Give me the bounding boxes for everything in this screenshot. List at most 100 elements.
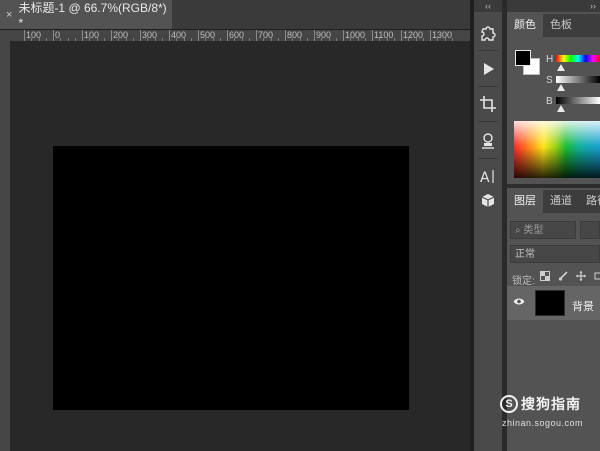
layer-name[interactable]: 背景 bbox=[572, 298, 594, 314]
tab-layers[interactable]: 图层 bbox=[507, 190, 543, 213]
hue-label: H bbox=[546, 54, 554, 65]
ruler-minor-tick bbox=[31, 38, 33, 41]
ruler-minor-tick bbox=[451, 38, 453, 41]
tab-swatches[interactable]: 色板 bbox=[543, 14, 579, 37]
ruler-minor-tick bbox=[212, 38, 214, 41]
ruler-minor-tick bbox=[393, 38, 395, 41]
ruler-minor-tick bbox=[408, 38, 410, 41]
cube-icon[interactable] bbox=[474, 188, 502, 214]
ruler-minor-tick bbox=[357, 38, 359, 41]
ruler-minor-tick bbox=[364, 38, 366, 41]
type-icon[interactable]: A bbox=[474, 163, 502, 189]
svg-text:A: A bbox=[480, 170, 490, 185]
ruler-minor-tick bbox=[328, 38, 330, 41]
ruler-top[interactable]: 100 0 100 200 300 400 500 600 700 800 900 1000 1100 1… bbox=[10, 30, 470, 42]
ruler-minor-tick bbox=[292, 38, 294, 41]
collapse-icon[interactable]: ‹‹ bbox=[474, 0, 502, 12]
ruler-minor-tick bbox=[74, 38, 76, 41]
ruler-minor-tick bbox=[263, 38, 265, 41]
layer-filter-placeholder: 类型 bbox=[523, 225, 544, 236]
lock-move-icon[interactable] bbox=[576, 271, 586, 281]
foreground-color-swatch[interactable] bbox=[515, 50, 531, 66]
ruler-label: 1300 bbox=[432, 30, 453, 40]
color-panel-tabs: 颜色 色板 bbox=[507, 14, 600, 37]
ruler-minor-tick bbox=[234, 38, 236, 41]
ruler-label: 1000 bbox=[345, 30, 366, 40]
ruler-minor-tick bbox=[306, 38, 308, 41]
layers-panel-tabs: 图层 通道 路径 bbox=[507, 190, 600, 213]
layer-thumbnail[interactable] bbox=[535, 290, 565, 316]
ruler-minor-tick bbox=[205, 38, 207, 41]
stamp-icon[interactable] bbox=[474, 128, 502, 154]
ruler-minor-tick bbox=[67, 38, 69, 41]
lock-brush-icon[interactable] bbox=[558, 271, 568, 281]
ruler-minor-tick bbox=[444, 38, 446, 41]
brightness-slider[interactable] bbox=[556, 97, 600, 104]
ruler-minor-tick bbox=[176, 38, 178, 41]
ruler-label: 0 bbox=[55, 30, 61, 40]
brightness-slider-thumb[interactable] bbox=[557, 105, 565, 112]
watermark-text: 搜狗指南 bbox=[521, 396, 581, 412]
saturation-label: S bbox=[546, 75, 553, 86]
close-icon[interactable]: × bbox=[6, 9, 12, 21]
lock-artboard-icon[interactable] bbox=[593, 271, 600, 281]
ruler-minor-tick bbox=[415, 38, 417, 41]
play-icon[interactable] bbox=[474, 56, 502, 82]
ruler-minor-tick bbox=[132, 38, 134, 41]
ruler-minor-tick bbox=[147, 38, 149, 41]
document-tab-bar: × 未标题-1 @ 66.7%(RGB/8*) * bbox=[0, 0, 470, 30]
ruler-minor-tick bbox=[241, 38, 243, 41]
ruler-minor-tick bbox=[248, 38, 250, 41]
image-filter-icon[interactable] bbox=[580, 221, 600, 239]
ruler-minor-tick bbox=[299, 38, 301, 41]
ruler-minor-tick bbox=[154, 38, 156, 41]
ruler-minor-tick bbox=[379, 38, 381, 41]
sogou-logo-icon: S bbox=[500, 395, 518, 413]
ruler-minor-tick bbox=[103, 38, 105, 41]
ruler-minor-tick bbox=[437, 38, 439, 41]
ruler-minor-tick bbox=[422, 38, 424, 41]
ruler-minor-tick bbox=[60, 38, 62, 41]
hue-slider[interactable] bbox=[556, 55, 600, 62]
hue-slider-thumb[interactable] bbox=[557, 64, 565, 71]
ruler-minor-tick bbox=[350, 38, 352, 41]
watermark-url: zhinan.sogou.com bbox=[502, 418, 584, 428]
eye-icon[interactable] bbox=[513, 297, 525, 306]
ruler-minor-tick bbox=[190, 38, 192, 41]
lock-transparent-icon[interactable] bbox=[540, 271, 550, 281]
ruler-minor-tick bbox=[335, 38, 337, 41]
ruler-minor-tick bbox=[161, 38, 163, 41]
ruler-minor-tick bbox=[125, 38, 127, 41]
saturation-slider[interactable] bbox=[556, 76, 600, 83]
document-canvas[interactable] bbox=[53, 146, 409, 410]
ruler-label: 1100 bbox=[374, 30, 394, 40]
tab-channels[interactable]: 通道 bbox=[543, 190, 579, 213]
crop-icon[interactable] bbox=[474, 91, 502, 117]
ruler-minor-tick bbox=[38, 38, 40, 41]
ruler-minor-tick bbox=[96, 38, 98, 41]
document-tab[interactable]: × 未标题-1 @ 66.7%(RGB/8*) * bbox=[0, 0, 172, 30]
ruler-label: 1200 bbox=[403, 30, 424, 40]
ruler-minor-tick bbox=[183, 38, 185, 41]
ruler-minor-tick bbox=[45, 38, 47, 41]
ruler-minor-tick bbox=[321, 38, 323, 41]
tab-color[interactable]: 颜色 bbox=[507, 14, 543, 37]
ruler-minor-tick bbox=[219, 38, 221, 41]
ruler-left[interactable] bbox=[0, 30, 11, 451]
color-spectrum[interactable] bbox=[514, 121, 600, 178]
brightness-label: B bbox=[546, 96, 553, 107]
watermark: S 搜狗指南 bbox=[500, 394, 581, 414]
tab-paths[interactable]: 路径 bbox=[579, 190, 600, 213]
layer-filter-select[interactable]: ⌕ 类型 bbox=[510, 221, 576, 239]
search-icon: ⌕ bbox=[515, 225, 521, 236]
puzzle-icon[interactable] bbox=[474, 20, 502, 46]
lock-label: 锁定: bbox=[512, 276, 535, 287]
saturation-slider-thumb[interactable] bbox=[557, 84, 565, 91]
ruler-minor-tick bbox=[89, 38, 91, 41]
ruler-minor-tick bbox=[277, 38, 279, 41]
expand-icon[interactable]: ›› bbox=[507, 0, 600, 12]
ruler-minor-tick bbox=[270, 38, 272, 41]
ruler-minor-tick bbox=[118, 38, 120, 41]
document-title: 未标题-1 @ 66.7%(RGB/8*) * bbox=[18, 1, 167, 30]
blend-mode-select[interactable]: 正常 bbox=[510, 245, 600, 263]
